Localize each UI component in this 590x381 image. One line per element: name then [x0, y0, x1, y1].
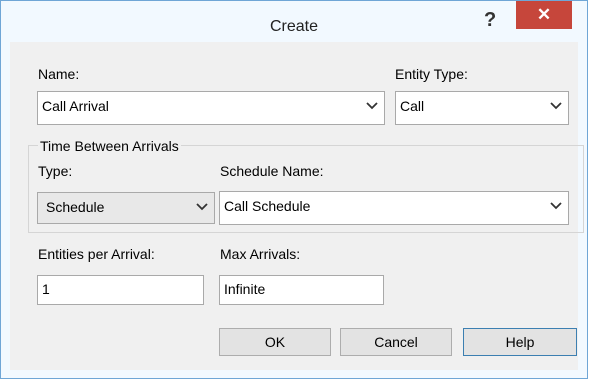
close-button[interactable]: ✕: [516, 1, 572, 29]
entities-per-arrival-input[interactable]: 1: [37, 275, 204, 305]
schedule-name-label: Schedule Name:: [220, 163, 324, 179]
schedule-name-value: Call Schedule: [224, 198, 311, 214]
max-arrivals-value: Infinite: [224, 281, 266, 297]
entities-per-arrival-label: Entities per Arrival:: [38, 246, 155, 262]
entities-per-arrival-value: 1: [42, 281, 50, 297]
help-icon[interactable]: ?: [484, 9, 496, 32]
schedule-name-combobox[interactable]: Call Schedule: [219, 191, 569, 225]
title-bar[interactable]: Create ? ✕: [1, 1, 587, 42]
type-label: Type:: [38, 163, 73, 179]
chevron-down-icon: [196, 203, 208, 211]
help-button[interactable]: Help: [463, 328, 577, 356]
type-combobox[interactable]: Schedule: [37, 192, 215, 224]
chevron-down-icon: [550, 202, 562, 210]
name-value: Call Arrival: [42, 98, 109, 114]
cancel-button[interactable]: Cancel: [340, 328, 452, 356]
type-value: Schedule: [46, 199, 105, 215]
dialog-title: Create: [269, 18, 319, 35]
name-label: Name:: [38, 66, 80, 82]
max-arrivals-label: Max Arrivals:: [220, 246, 301, 262]
max-arrivals-input[interactable]: Infinite: [219, 275, 384, 305]
chevron-down-icon: [550, 102, 562, 110]
close-icon: ✕: [536, 5, 552, 24]
name-combobox[interactable]: Call Arrival: [37, 91, 385, 125]
ok-button[interactable]: OK: [219, 328, 331, 356]
chevron-down-icon: [366, 102, 378, 110]
entity-type-value: Call: [400, 98, 425, 114]
entity-type-combobox[interactable]: Call: [395, 91, 569, 125]
time-between-arrivals-label: Time Between Arrivals: [38, 138, 181, 154]
entity-type-label: Entity Type:: [395, 66, 468, 82]
